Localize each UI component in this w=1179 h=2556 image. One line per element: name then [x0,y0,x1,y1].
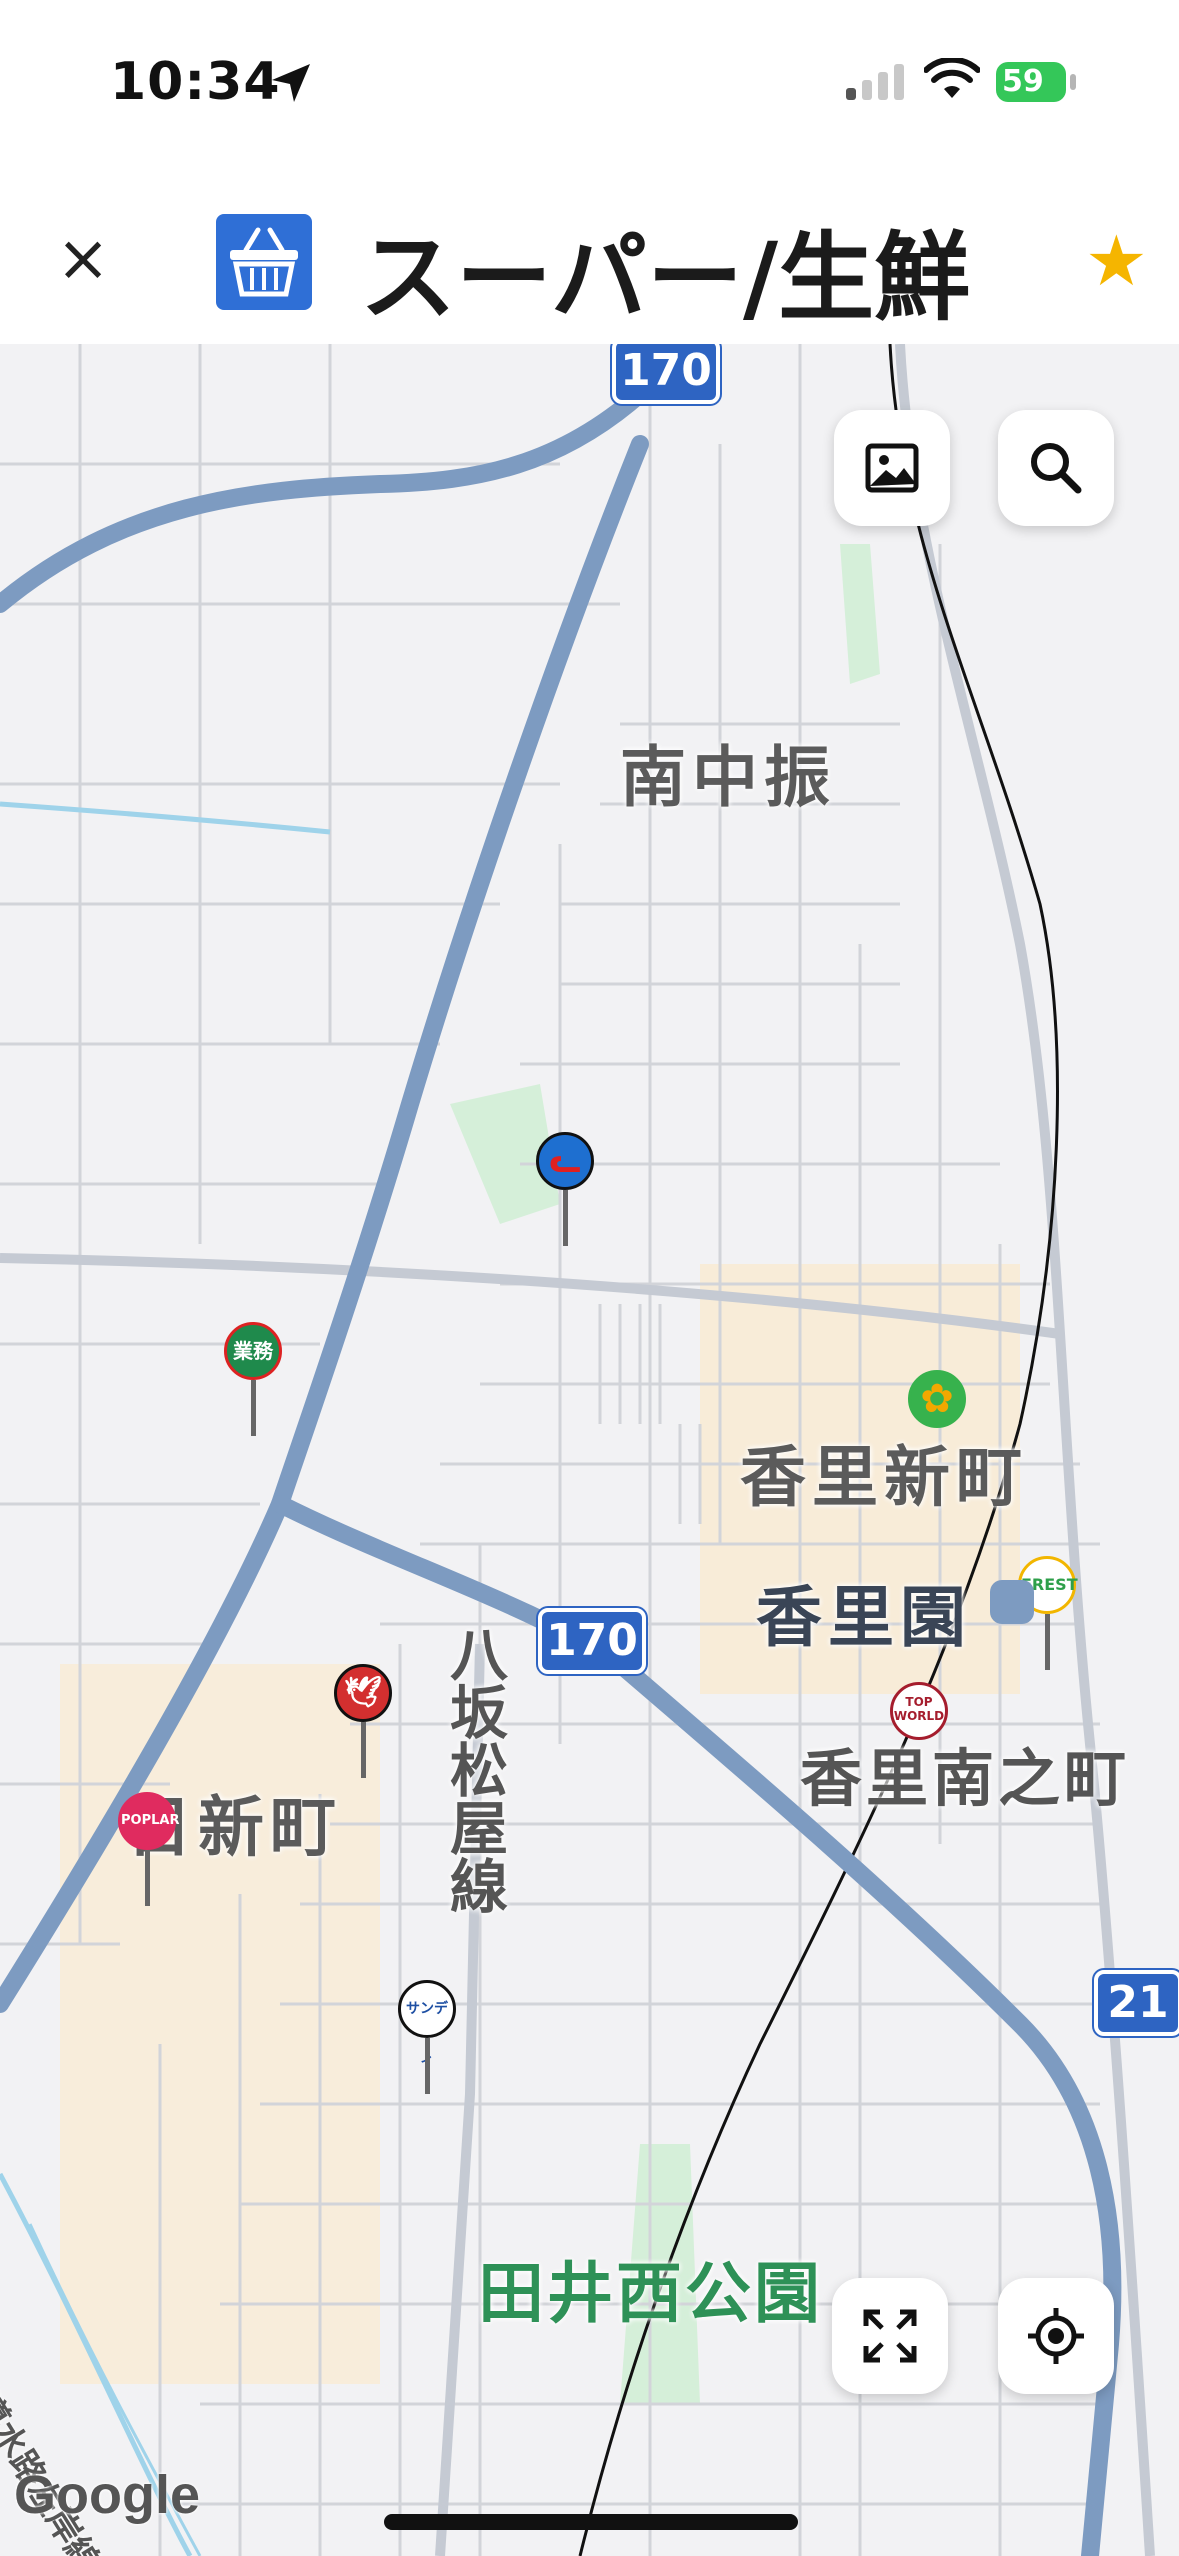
area-label-kourien: 香里園 [756,1579,972,1656]
cellular-signal-icon [846,64,904,100]
image-icon [865,443,919,493]
battery-cap [1070,74,1076,90]
layers-image-button[interactable] [834,410,950,526]
battery-level: 59 [996,62,1066,102]
park-label-tainishikouen: 田井西公園 [478,2255,823,2332]
location-arrow-icon [272,64,310,102]
search-icon [1031,443,1082,494]
battery-indicator: 59 [996,62,1076,102]
train-station-icon [990,1580,1034,1624]
fullscreen-button[interactable] [832,2278,948,2394]
header: × スーパー/生鮮 ★ [0,170,1179,344]
close-button[interactable]: × [50,226,116,292]
favorite-star-icon[interactable]: ★ [1085,220,1148,302]
map-view[interactable]: 170 170 21 南中振 香里新町 香里園 香里南之町 日新町 八坂松屋線 … [0,344,1179,2556]
expand-icon [863,2309,917,2363]
area-label-minaminakaburi: 南中振 [620,739,836,816]
status-bar: 10:34 59 [0,0,1179,170]
status-time: 10:34 [110,52,281,112]
search-button[interactable] [998,410,1114,526]
route-shield-170-center: 170 [538,1608,646,1674]
wifi-icon [924,58,980,98]
current-location-button[interactable] [998,2278,1114,2394]
crosshair-icon [1028,2308,1084,2364]
google-attribution: Google [14,2465,200,2525]
route-shield-21: 21 [1094,1970,1179,2036]
area-label-kourishinmachi: 香里新町 [740,1439,1028,1516]
route-shield-170-top: 170 [612,344,720,404]
basket-icon [216,214,312,310]
page-title: スーパー/生鮮 [360,222,971,334]
home-indicator[interactable] [384,2514,798,2530]
area-label-kourinaminomachi: 香里南之町 [800,1742,1131,1815]
road-label-yasakamatsuyasen: 八坂松屋線 [440,1624,508,1914]
